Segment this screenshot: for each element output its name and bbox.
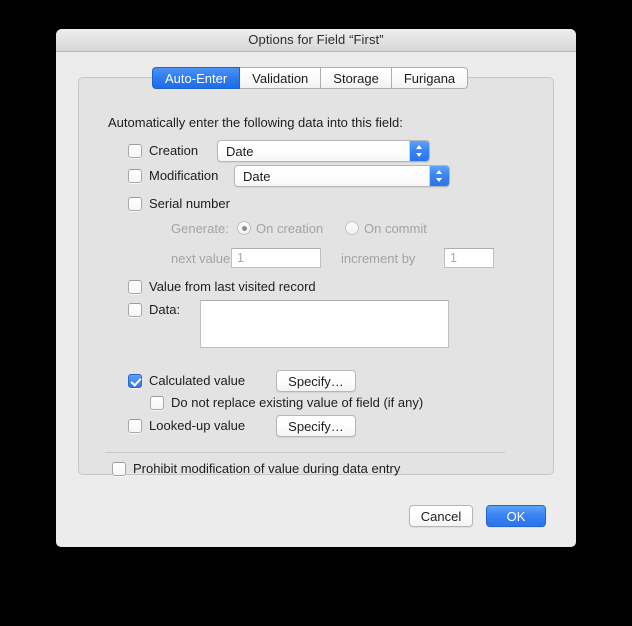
- generate-label: Generate:: [171, 221, 229, 236]
- value-from-last-visited-checkbox[interactable]: [128, 280, 142, 294]
- modification-type-popup[interactable]: Date: [234, 165, 450, 187]
- tab-validation[interactable]: Validation: [240, 67, 322, 89]
- modification-label: Modification: [149, 168, 219, 183]
- increment-by-text: 1: [450, 251, 457, 265]
- creation-type-popup[interactable]: Date: [217, 140, 430, 162]
- looked-up-value-specify-button[interactable]: Specify…: [276, 415, 356, 437]
- tab-auto-enter-label: Auto-Enter: [165, 70, 228, 86]
- options-dialog: Options for Field “First” Auto-Enter Val…: [56, 29, 576, 547]
- creation-checkbox[interactable]: [128, 144, 142, 158]
- data-textarea[interactable]: [200, 300, 449, 348]
- section-divider: [105, 452, 505, 453]
- modification-type-value: Date: [243, 169, 271, 184]
- tab-furigana[interactable]: Furigana: [391, 67, 469, 89]
- ok-button[interactable]: OK: [486, 505, 546, 527]
- modification-checkbox[interactable]: [128, 169, 142, 183]
- creation-label: Creation: [149, 143, 199, 158]
- serial-number-checkbox[interactable]: [128, 197, 142, 211]
- increment-by-input[interactable]: 1: [444, 248, 494, 268]
- looked-up-value-label: Looked-up value: [149, 418, 246, 433]
- do-not-replace-label: Do not replace existing value of field (…: [171, 395, 424, 410]
- tab-storage[interactable]: Storage: [321, 67, 392, 89]
- dialog-content: Auto-Enter Validation Storage Furigana A…: [56, 29, 576, 547]
- next-value-label: next value: [171, 251, 231, 266]
- tab-furigana-label: Furigana: [403, 70, 456, 86]
- cancel-button[interactable]: Cancel: [409, 505, 473, 527]
- screen: Options for Field “First” Auto-Enter Val…: [0, 0, 632, 626]
- calculated-value-specify-button[interactable]: Specify…: [276, 370, 356, 392]
- data-checkbox[interactable]: [128, 303, 142, 317]
- calculated-value-specify-label: Specify…: [288, 373, 344, 389]
- next-value-input[interactable]: 1: [231, 248, 321, 268]
- looked-up-value-specify-label: Specify…: [288, 418, 344, 434]
- serial-number-label: Serial number: [149, 196, 230, 211]
- cancel-button-label: Cancel: [420, 508, 462, 524]
- intro-text: Automatically enter the following data i…: [108, 115, 403, 130]
- chevron-updown-icon: [409, 141, 429, 161]
- tab-storage-label: Storage: [333, 70, 379, 86]
- increment-by-label: increment by: [341, 251, 416, 266]
- prohibit-modification-label: Prohibit modification of value during da…: [133, 461, 401, 476]
- tab-auto-enter[interactable]: Auto-Enter: [152, 67, 241, 89]
- calculated-value-label: Calculated value: [149, 373, 246, 388]
- do-not-replace-checkbox[interactable]: [150, 396, 164, 410]
- calculated-value-checkbox[interactable]: [128, 374, 142, 388]
- chevron-updown-icon: [429, 166, 449, 186]
- tab-validation-label: Validation: [252, 70, 309, 86]
- prohibit-modification-checkbox[interactable]: [112, 462, 126, 476]
- on-commit-label: On commit: [364, 221, 427, 236]
- value-from-last-visited-label: Value from last visited record: [149, 279, 316, 294]
- on-creation-radio[interactable]: [237, 221, 251, 235]
- on-commit-radio[interactable]: [345, 221, 359, 235]
- data-label: Data:: [149, 302, 181, 317]
- ok-button-label: OK: [506, 508, 526, 524]
- looked-up-value-checkbox[interactable]: [128, 419, 142, 433]
- creation-type-value: Date: [226, 144, 254, 159]
- tab-bar: Auto-Enter Validation Storage Furigana: [152, 67, 469, 89]
- next-value-text: 1: [237, 251, 244, 265]
- on-creation-label: On creation: [256, 221, 324, 236]
